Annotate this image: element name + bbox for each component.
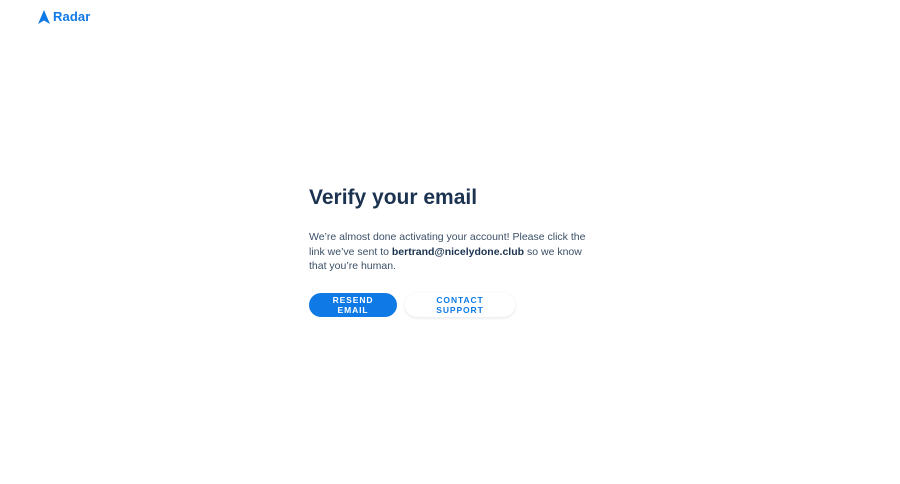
verify-message: We’re almost done activating your accoun… bbox=[309, 230, 594, 274]
page-title: Verify your email bbox=[309, 186, 478, 209]
email-address: bertrand@nicelydone.club bbox=[391, 245, 525, 258]
verify-email-panel: Verify your email We’re almost done acti… bbox=[309, 184, 609, 317]
radar-logo-icon bbox=[38, 9, 50, 24]
resend-email-button[interactable]: RESEND EMAIL bbox=[309, 292, 397, 317]
contact-support-button[interactable]: CONTACT SUPPORT bbox=[405, 292, 515, 317]
action-buttons: RESEND EMAIL CONTACT SUPPORT bbox=[309, 292, 609, 317]
brand-name: Radar bbox=[53, 9, 91, 24]
brand-logo[interactable]: Radar bbox=[38, 9, 90, 24]
